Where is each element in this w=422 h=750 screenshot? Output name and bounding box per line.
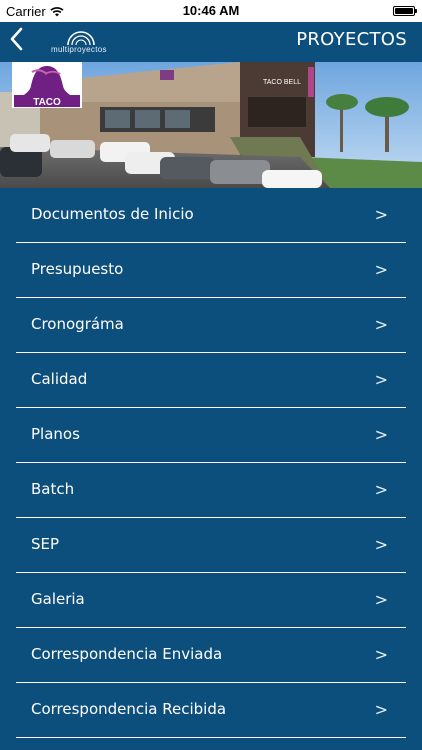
menu-item-label: Batch	[31, 480, 75, 498]
menu-item-label: Calidad	[31, 370, 88, 388]
menu-item-label: SEP	[31, 535, 60, 553]
status-bar: Carrier 10:46 AM	[0, 0, 422, 22]
chevron-right-icon: >	[374, 480, 388, 499]
menu-item-correspondencia-recibida[interactable]: Correspondencia Recibida >	[16, 683, 406, 738]
navigation-bar: multiproyectos PROYECTOS	[0, 22, 422, 62]
chevron-right-icon: >	[374, 370, 388, 389]
chevron-left-icon	[10, 27, 23, 51]
menu-item-label: Correspondencia Recibida	[31, 700, 227, 718]
page-title: PROYECTOS	[296, 29, 407, 50]
brand: multiproyectos	[50, 25, 112, 57]
chevron-right-icon: >	[374, 535, 388, 554]
menu-item-galeria[interactable]: Galeria >	[16, 573, 406, 628]
chevron-right-icon: >	[374, 315, 388, 334]
bell-logo-icon: TACO	[14, 66, 80, 108]
back-button[interactable]	[6, 24, 30, 54]
menu-item-label: Presupuesto	[31, 260, 124, 278]
project-banner-image: TACO BELL TACO	[0, 62, 422, 188]
menu-item-cronograma[interactable]: Cronográma >	[16, 298, 406, 353]
menu-item-label: Planos	[31, 425, 80, 443]
chevron-right-icon: >	[374, 700, 388, 719]
menu-item-label: Cronográma	[31, 315, 124, 333]
menu-item-presupuesto[interactable]: Presupuesto >	[16, 243, 406, 298]
taco-bell-logo: TACO	[12, 62, 82, 108]
project-menu: Documentos de Inicio > Presupuesto > Cronogr…	[0, 188, 422, 738]
menu-item-label: Correspondencia Enviada	[31, 645, 223, 663]
chevron-right-icon: >	[374, 260, 388, 279]
menu-item-planos[interactable]: Planos >	[16, 408, 406, 463]
menu-item-calidad[interactable]: Calidad >	[16, 353, 406, 408]
menu-item-label: Galeria	[31, 590, 85, 608]
chevron-right-icon: >	[374, 590, 388, 609]
menu-item-sep[interactable]: SEP >	[16, 518, 406, 573]
chevron-right-icon: >	[374, 645, 388, 664]
brand-name: multiproyectos	[51, 45, 107, 54]
menu-item-label: Documentos de Inicio	[31, 205, 194, 223]
chevron-right-icon: >	[374, 205, 388, 224]
menu-item-batch[interactable]: Batch >	[16, 463, 406, 518]
menu-item-documentos-de-inicio[interactable]: Documentos de Inicio >	[16, 188, 406, 243]
logo-text: TACO	[33, 97, 61, 108]
battery-level	[395, 8, 413, 14]
menu-item-correspondencia-enviada[interactable]: Correspondencia Enviada >	[16, 628, 406, 683]
sign-text: TACO BELL	[263, 79, 301, 86]
battery-icon	[393, 6, 417, 16]
brand-logo-icon	[67, 31, 95, 46]
status-time: 10:46 AM	[182, 3, 240, 18]
chevron-right-icon: >	[374, 425, 388, 444]
